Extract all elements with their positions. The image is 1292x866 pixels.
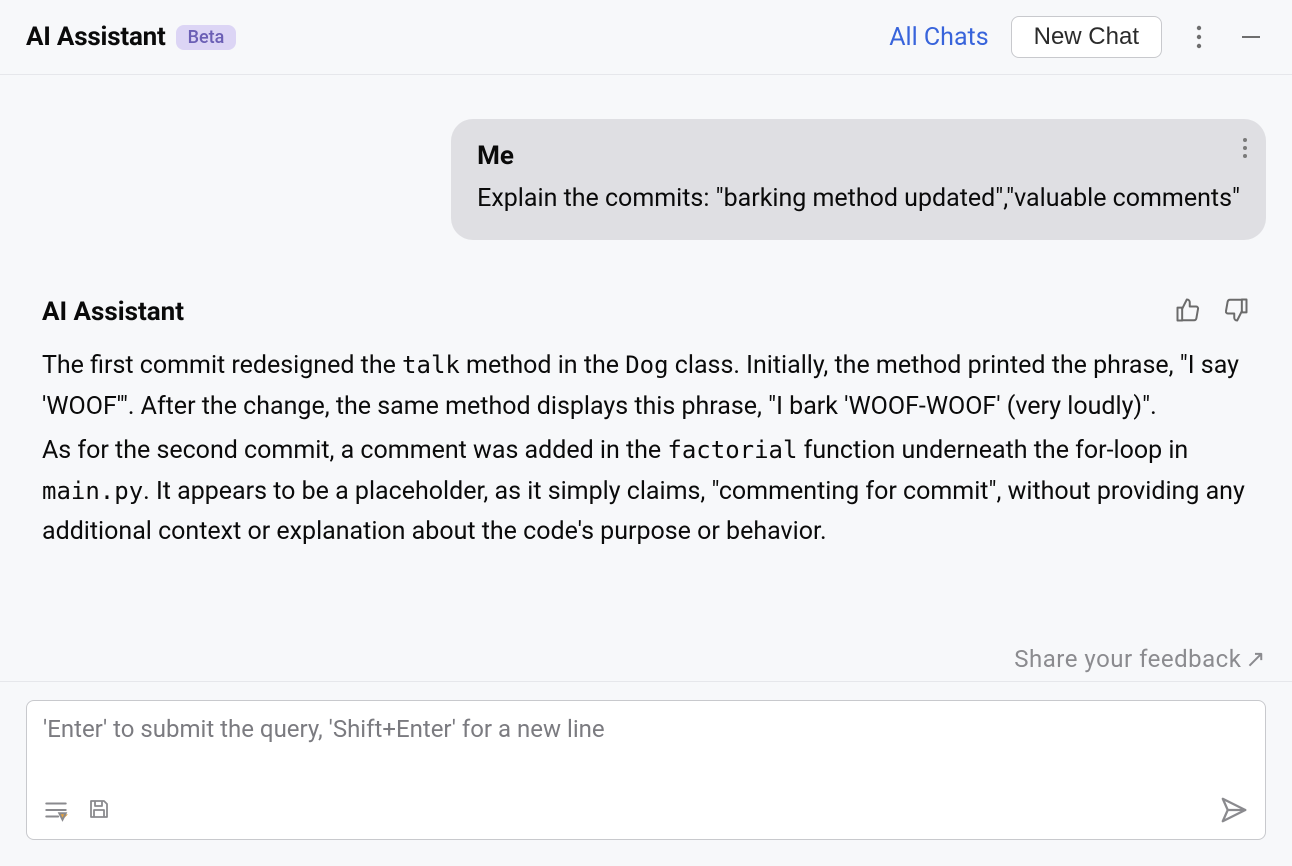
ai-text: . It appears to be a placeholder, as it … — [42, 477, 1245, 547]
share-feedback-link[interactable]: Share your feedback↗ — [0, 639, 1292, 681]
minimize-icon[interactable] — [1236, 22, 1266, 52]
message-more-icon[interactable] — [1242, 137, 1248, 163]
chat-input-box — [26, 700, 1266, 840]
ai-paragraph: As for the second commit, a comment was … — [42, 431, 1250, 553]
feedback-label: Share your feedback — [1014, 645, 1241, 673]
user-message: Me Explain the commits: "barking method … — [451, 119, 1266, 240]
header-left: AI Assistant Beta — [26, 22, 236, 52]
all-chats-link[interactable]: All Chats — [889, 23, 988, 52]
app-title: AI Assistant — [26, 22, 166, 52]
beta-badge: Beta — [176, 25, 237, 50]
code-token: Dog — [625, 351, 668, 379]
save-icon[interactable] — [87, 797, 111, 827]
header-right: All Chats New Chat — [889, 16, 1266, 58]
code-token: main.py — [42, 477, 143, 505]
user-message-text: Explain the commits: "barking method upd… — [477, 181, 1240, 216]
ai-message: AI Assistant The first commit redesigned… — [26, 296, 1266, 557]
insert-lines-icon[interactable] — [43, 797, 69, 827]
ai-feedback-actions — [1174, 296, 1250, 328]
chat-area: Me Explain the commits: "barking method … — [0, 75, 1292, 639]
input-toolbar — [43, 795, 1249, 829]
ai-text: function underneath the for-loop in — [797, 436, 1188, 465]
thumbs-up-icon[interactable] — [1174, 296, 1202, 328]
ai-paragraph: The first commit redesigned the talk met… — [42, 346, 1250, 427]
code-token: talk — [402, 351, 460, 379]
new-chat-button[interactable]: New Chat — [1011, 16, 1162, 58]
chat-input[interactable] — [43, 715, 1249, 789]
ai-text: method in the — [460, 351, 625, 380]
code-token: factorial — [667, 436, 797, 464]
ai-message-body: The first commit redesigned the talk met… — [42, 346, 1250, 553]
ai-sender-label: AI Assistant — [42, 297, 184, 327]
ai-text: As for the second commit, a comment was … — [42, 436, 667, 465]
user-sender-label: Me — [477, 141, 1240, 171]
header-bar: AI Assistant Beta All Chats New Chat — [0, 0, 1292, 75]
ai-text: The first commit redesigned the — [42, 351, 402, 380]
send-button[interactable] — [1219, 795, 1249, 829]
ai-message-header: AI Assistant — [42, 296, 1250, 328]
input-zone — [0, 681, 1292, 866]
thumbs-down-icon[interactable] — [1222, 296, 1250, 328]
external-arrow-icon: ↗ — [1245, 645, 1266, 673]
more-vertical-icon[interactable] — [1184, 22, 1214, 52]
